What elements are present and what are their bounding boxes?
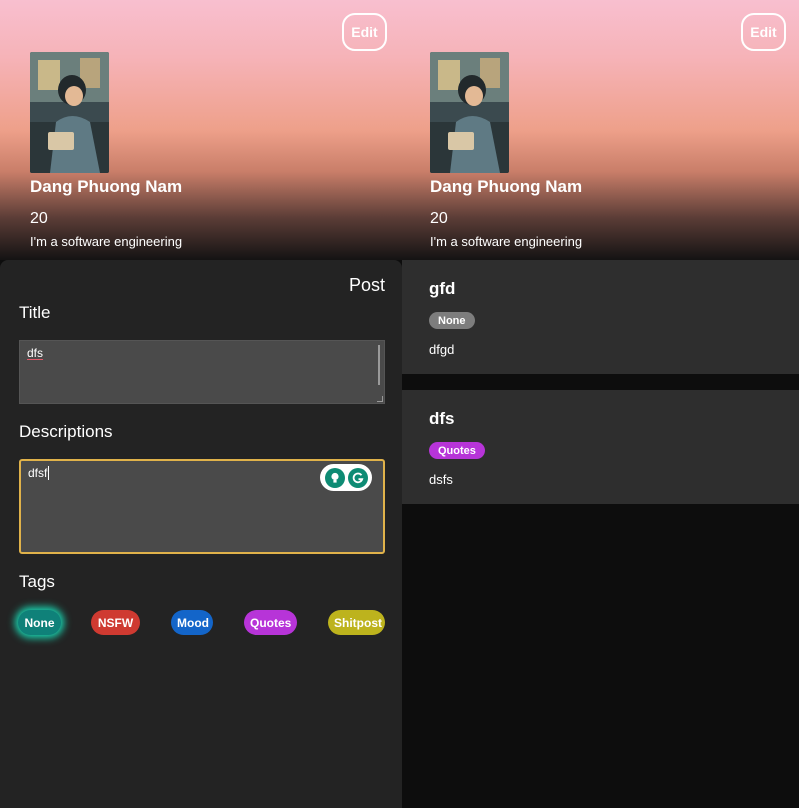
title-input[interactable]: dfs	[19, 340, 385, 404]
profile-name: Dang Phuong Nam	[430, 177, 583, 196]
title-label: Title	[19, 303, 51, 322]
tag-quotes-button[interactable]: Quotes	[244, 610, 297, 635]
description-input-value: dfsf	[28, 466, 48, 480]
lightbulb-icon[interactable]	[324, 467, 345, 488]
profile-bio: I'm a software engineering	[430, 234, 583, 249]
avatar-illustration-icon	[30, 52, 109, 173]
profile-header-left: Edit Dang Phuong Nam 20 I'm a software e…	[0, 0, 400, 260]
post-tag-badge: None	[429, 312, 475, 329]
descriptions-label: Descriptions	[19, 422, 113, 441]
tag-nsfw-button[interactable]: NSFW	[91, 610, 140, 635]
profile-header-right: Edit Dang Phuong Nam 20 I'm a software e…	[400, 0, 799, 260]
post-button[interactable]: Post	[349, 275, 385, 296]
edit-profile-button[interactable]: Edit	[342, 13, 387, 51]
post-composer: Post Title dfs Descriptions dfsf Tags No…	[0, 260, 402, 808]
resize-handle-icon[interactable]	[377, 396, 383, 402]
tags-label: Tags	[19, 572, 55, 591]
text-caret	[48, 466, 50, 480]
post-card[interactable]: gfd None dfgd	[402, 260, 799, 374]
post-body: dfgd	[429, 342, 455, 357]
profile-age: 20	[30, 210, 48, 227]
post-body: dsfs	[429, 472, 453, 487]
description-input[interactable]: dfsf	[19, 459, 385, 554]
avatar-illustration-icon	[430, 52, 509, 173]
post-title: gfd	[429, 279, 456, 298]
profile-bio: I'm a software engineering	[30, 234, 183, 249]
post-tag-badge: Quotes	[429, 442, 485, 459]
grammarly-icon[interactable]	[347, 467, 368, 488]
title-scrollbar[interactable]	[378, 345, 380, 385]
avatar	[430, 52, 509, 173]
profile-name: Dang Phuong Nam	[30, 177, 183, 196]
profile-age: 20	[430, 210, 448, 227]
tag-none-button[interactable]: None	[18, 610, 61, 635]
avatar	[30, 52, 109, 173]
grammarly-widget[interactable]	[320, 464, 372, 491]
tag-shitpost-button[interactable]: Shitpost	[328, 610, 385, 635]
tag-mood-button[interactable]: Mood	[171, 610, 213, 635]
post-card[interactable]: dfs Quotes dsfs	[402, 390, 799, 504]
edit-profile-button[interactable]: Edit	[741, 13, 786, 51]
post-title: dfs	[429, 409, 455, 428]
title-input-value: dfs	[27, 346, 44, 360]
